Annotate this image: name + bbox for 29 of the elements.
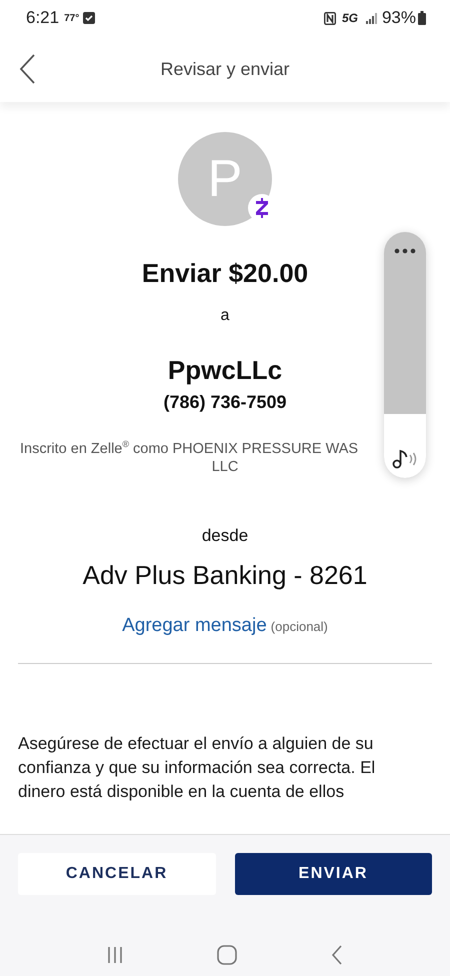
battery-percent: 93%	[382, 8, 416, 28]
connector-text: a	[220, 307, 230, 325]
home-icon[interactable]	[217, 945, 237, 965]
volume-slider[interactable]	[384, 232, 426, 478]
enrollment-text: LLC	[212, 458, 238, 476]
amount-heading: Enviar $20.00	[140, 258, 310, 289]
recipient-phone: (786) 736-7509	[162, 392, 288, 413]
account-name: Adv Plus Banking - 8261	[82, 560, 368, 591]
add-message-link[interactable]: Agregar mensaje	[122, 614, 267, 637]
source-label: desde	[200, 526, 250, 546]
nfc-icon	[324, 12, 336, 24]
battery-icon	[418, 11, 426, 25]
checkbox-icon	[83, 12, 96, 24]
cancel-button[interactable]: CANCELAR	[18, 853, 216, 895]
enrollment-text: Inscrito en Zelle$^{®}$ como PHOENIX PRESSURE WAS	[20, 438, 358, 458]
page-title: Revisar y enviar	[160, 58, 290, 81]
network-type: 5G	[342, 11, 358, 25]
recent-apps-icon[interactable]	[107, 946, 123, 964]
notice-text: Asegúrese de efectuar el envío a alguien de su confianza y que su información sea correcta. El dinero está disponible en la cuenta de ellos	[18, 732, 376, 803]
more-icon[interactable]	[394, 248, 416, 254]
optional-hint: (opcional)	[270, 618, 328, 634]
zelle-icon	[256, 198, 268, 218]
clock: 6:21	[26, 8, 60, 28]
temperature: 77°	[64, 12, 80, 24]
send-button[interactable]: ENVIAR	[234, 853, 432, 895]
back-icon[interactable]	[331, 945, 343, 965]
signal-icon	[366, 12, 378, 24]
music-note-icon	[392, 448, 418, 470]
recipient-name: PpwcLLc	[166, 355, 284, 386]
